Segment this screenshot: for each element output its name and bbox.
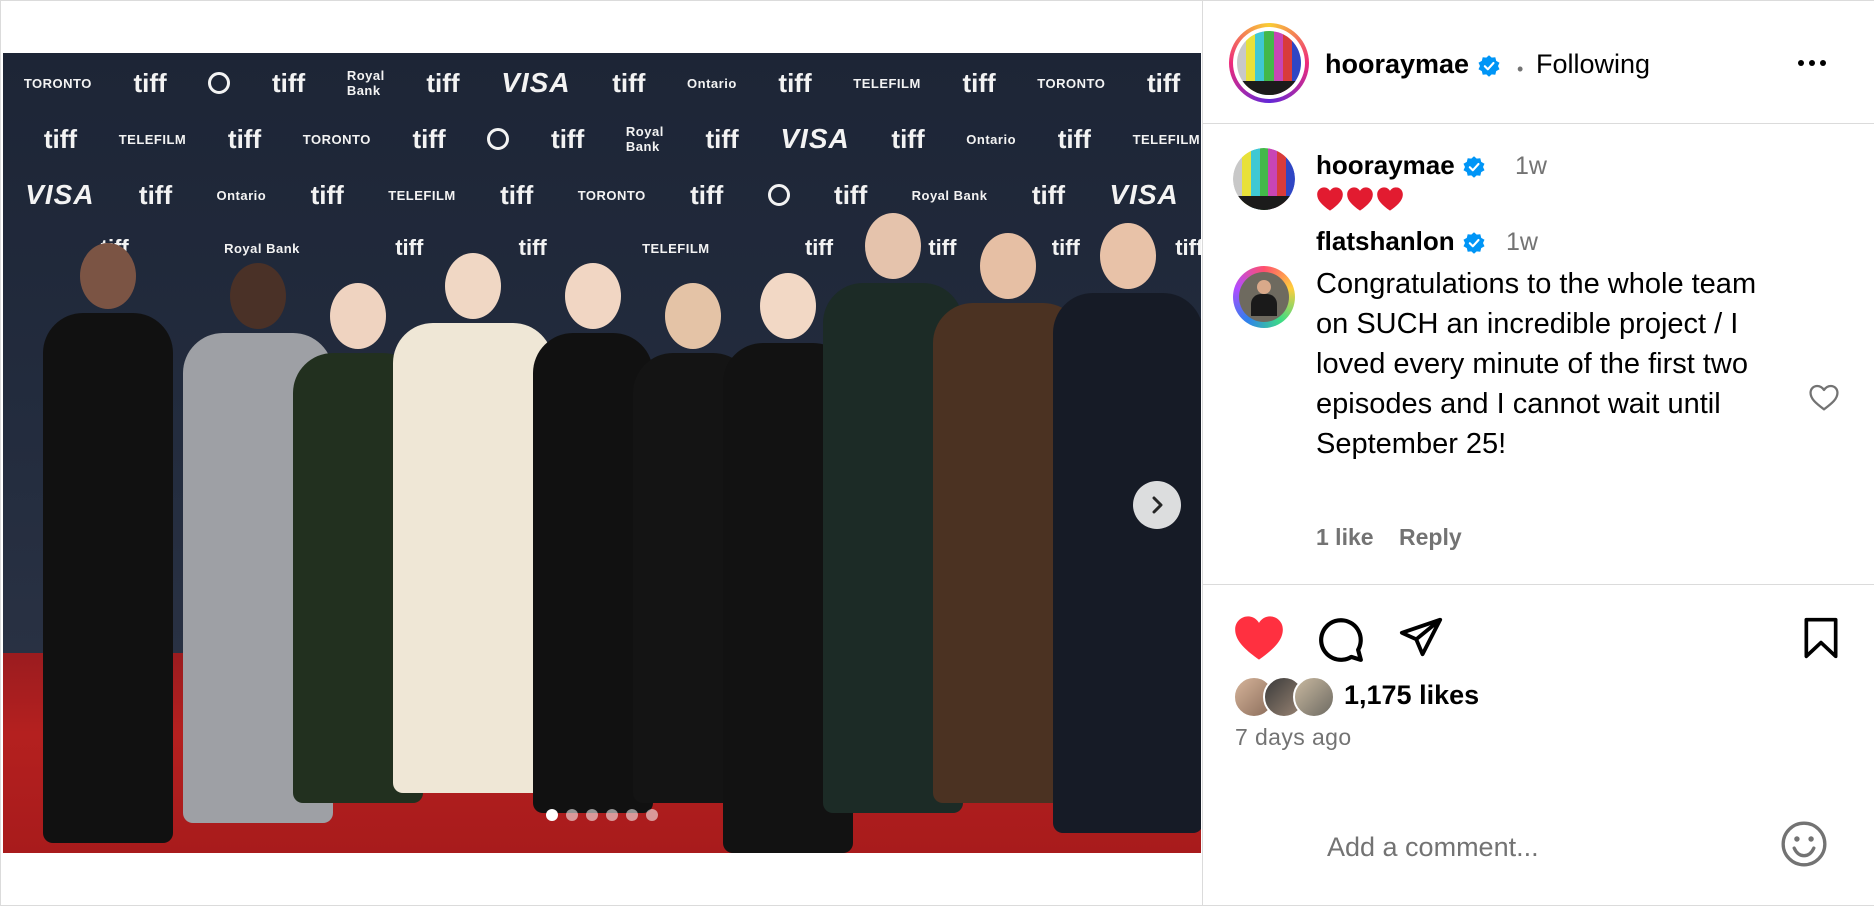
person-head bbox=[80, 243, 136, 309]
comment-icon[interactable] bbox=[1315, 614, 1365, 664]
verified-badge-icon bbox=[1462, 231, 1486, 255]
share-icon[interactable] bbox=[1397, 614, 1445, 660]
person-body bbox=[393, 323, 553, 793]
more-options-icon[interactable] bbox=[1787, 45, 1837, 81]
comment-time[interactable]: 1w bbox=[1506, 228, 1538, 257]
author-username-text[interactable]: hooraymae bbox=[1325, 49, 1469, 79]
verified-badge-icon bbox=[1462, 155, 1486, 179]
post-media-carousel[interactable]: TORONTO tiff tiff Royal Bank tiff VISA tiff Onta… bbox=[3, 53, 1201, 853]
commenter-avatar[interactable] bbox=[1233, 266, 1295, 328]
comment-text: Congratulations to the whole team on SUC… bbox=[1316, 268, 1757, 460]
emoji-icon[interactable] bbox=[1779, 819, 1829, 869]
person-head bbox=[665, 283, 721, 349]
red-heart-emoji bbox=[1347, 187, 1373, 211]
post-actions: 1,175 likes 7 days ago bbox=[1203, 584, 1874, 794]
caption-text bbox=[1316, 186, 1404, 212]
author-avatar[interactable] bbox=[1229, 23, 1309, 103]
person-head bbox=[760, 273, 816, 339]
commenter-username-text[interactable]: flatshanlon bbox=[1316, 226, 1455, 256]
person-silhouette bbox=[393, 253, 553, 793]
carousel-dots bbox=[3, 809, 1201, 821]
person-head bbox=[565, 263, 621, 329]
carousel-dot bbox=[626, 809, 638, 821]
carousel-dot bbox=[566, 809, 578, 821]
person-head bbox=[445, 253, 501, 319]
carousel-next-button[interactable] bbox=[1133, 481, 1181, 529]
person-head bbox=[865, 213, 921, 279]
caption-avatar[interactable] bbox=[1233, 148, 1295, 210]
person-head bbox=[330, 283, 386, 349]
person-body bbox=[1053, 293, 1201, 833]
caption-username-text[interactable]: hooraymae bbox=[1316, 150, 1455, 180]
comment-reply-button[interactable]: Reply bbox=[1399, 524, 1462, 551]
person-body bbox=[43, 313, 173, 843]
person-silhouette bbox=[43, 243, 173, 843]
header-separator: • bbox=[1517, 59, 1524, 79]
comment-like-count[interactable]: 1 like bbox=[1316, 524, 1374, 551]
comment-heart-icon[interactable] bbox=[1807, 381, 1841, 415]
add-comment-input[interactable] bbox=[1325, 826, 1759, 868]
red-heart-emoji bbox=[1317, 187, 1343, 211]
caption-time[interactable]: 1w bbox=[1515, 152, 1547, 181]
likes-count[interactable]: 1,175 likes bbox=[1344, 680, 1479, 711]
person-head bbox=[1100, 223, 1156, 289]
bookmark-icon[interactable] bbox=[1799, 614, 1843, 662]
post-time-ago[interactable]: 7 days ago bbox=[1235, 724, 1352, 751]
carousel-dot bbox=[586, 809, 598, 821]
author-username[interactable]: hooraymae bbox=[1325, 49, 1501, 80]
person-head bbox=[980, 233, 1036, 299]
person-silhouette bbox=[1053, 223, 1201, 833]
group-of-people bbox=[3, 53, 1201, 853]
add-comment-bar bbox=[1203, 794, 1874, 906]
liked-by-avatars[interactable] bbox=[1233, 676, 1343, 720]
commenter-username[interactable]: flatshanlon bbox=[1316, 226, 1486, 257]
caption-username[interactable]: hooraymae bbox=[1316, 150, 1486, 181]
red-heart-emoji bbox=[1377, 187, 1403, 211]
following-button[interactable]: Following bbox=[1536, 49, 1650, 80]
post-header: hooraymae • Following bbox=[1203, 1, 1874, 124]
post-modal: TORONTO tiff tiff Royal Bank tiff VISA tiff Onta… bbox=[0, 0, 1874, 906]
chevron-right-icon bbox=[1152, 496, 1163, 514]
carousel-dot bbox=[646, 809, 658, 821]
tv-color-bars-avatar bbox=[1237, 31, 1301, 95]
post-details-panel: hooraymae • Following hooraymae 1w flats… bbox=[1202, 1, 1874, 905]
carousel-dot bbox=[606, 809, 618, 821]
comments-list: hooraymae 1w flatshanlon 1w Congratulati… bbox=[1203, 124, 1874, 585]
carousel-dot bbox=[546, 809, 558, 821]
liker-avatar bbox=[1293, 676, 1335, 718]
heart-icon[interactable] bbox=[1233, 614, 1285, 662]
verified-badge-icon bbox=[1477, 54, 1501, 78]
person-head bbox=[230, 263, 286, 329]
